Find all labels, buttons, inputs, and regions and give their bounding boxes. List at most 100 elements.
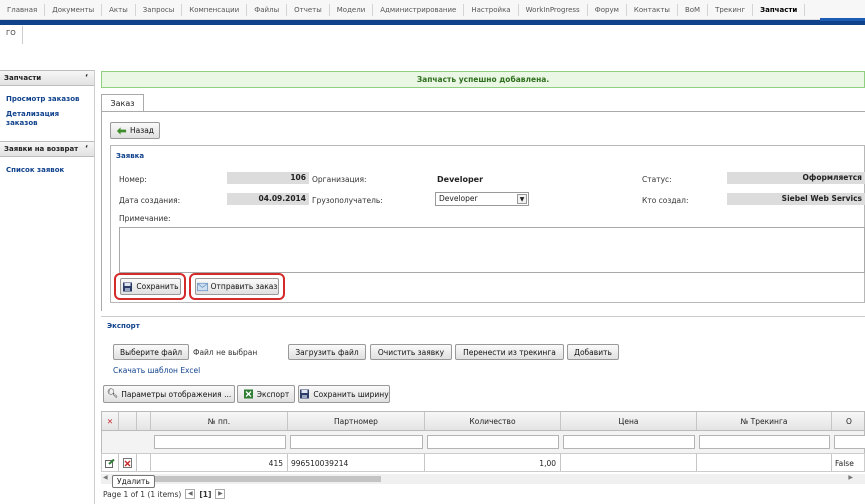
column-header-num[interactable]: № пп. [151, 412, 288, 430]
sidebar-section-parts[interactable]: Запчасти ʻ [0, 70, 94, 86]
nav-item[interactable]: Запчасти [753, 3, 806, 16]
column-header-o[interactable]: О [832, 412, 865, 430]
download-template-link[interactable]: Скачать шаблон Excel [113, 366, 200, 375]
nav-item[interactable]: WorkInProgress [519, 3, 588, 16]
filter-input-o[interactable] [834, 435, 865, 449]
upload-file-button[interactable]: Загрузить файл [288, 344, 366, 360]
floppy-disk-icon [300, 389, 310, 399]
cell-quantity: 1,00 [425, 454, 561, 471]
grid-header-spacer [137, 412, 151, 430]
pager: Page 1 of 1 (1 items) ◀ [1] ▶ [103, 489, 226, 499]
scroll-left-icon[interactable]: ◀ [103, 474, 108, 481]
export-button[interactable]: Экспорт [237, 385, 295, 403]
column-header-partnumber[interactable]: Партномер [288, 412, 425, 430]
consignee-select-value: Developer [439, 194, 478, 203]
column-header-tracking[interactable]: № Трекинга [697, 412, 832, 430]
consignee-select[interactable]: Developer ▼ [435, 192, 529, 206]
horizontal-scrollbar[interactable]: ◀ ▶ [101, 474, 865, 484]
nav-item[interactable]: Модели [330, 3, 374, 16]
send-order-label: Отправить заказ [210, 282, 278, 291]
number-value: 106 [227, 172, 309, 184]
filter-input-quantity[interactable] [427, 435, 559, 449]
collapse-icon[interactable]: ʻ [85, 144, 88, 153]
top-navigation: Главная Документы Акты Запросы Компенсации Фа… [0, 0, 865, 20]
nav-item[interactable]: Настройка [464, 3, 519, 16]
edit-icon[interactable] [102, 454, 119, 471]
active-tab-indicator [820, 18, 865, 21]
nav-item[interactable]: Главная [0, 3, 46, 16]
back-button[interactable]: Назад [110, 122, 160, 139]
status-value: Оформляется [727, 172, 865, 184]
sidebar-item-request-list[interactable]: Список заявок [0, 163, 94, 178]
no-file-text: Файл не выбран [193, 348, 258, 357]
move-from-tracking-button[interactable]: Перенести из трекинга [455, 344, 564, 360]
status-label: Статус: [642, 175, 672, 184]
display-settings-button[interactable]: 🔍︎ Параметры отображения ... [103, 385, 235, 403]
back-arrow-icon [116, 126, 127, 135]
grid-filter-row [101, 431, 865, 453]
current-page[interactable]: [1] [199, 490, 211, 499]
send-order-button[interactable]: Отправить заказ [195, 278, 279, 295]
consignee-label: Грузополучатель: [312, 196, 383, 205]
nav-item[interactable]: Акты [102, 3, 136, 16]
save-button-label: Сохранить [136, 282, 179, 291]
breadcrumb-divider [22, 26, 23, 44]
nav-item[interactable]: Трекинг [708, 3, 754, 16]
filter-input-tracking[interactable] [699, 435, 830, 449]
note-textarea[interactable] [119, 227, 865, 273]
nav-item[interactable]: Администрирование [373, 3, 465, 16]
sidebar-item-view-orders[interactable]: Просмотр заказов [0, 92, 94, 107]
nav-item[interactable]: Контакты [627, 3, 678, 16]
save-button[interactable]: Сохранить [120, 278, 181, 295]
order-legend: Заявка [116, 152, 145, 160]
cell-o: False [835, 459, 854, 468]
nav-item[interactable]: Отчеты [287, 3, 330, 16]
filter-input-price[interactable] [563, 435, 695, 449]
delete-tooltip: Удалить [112, 475, 155, 488]
nav-item[interactable]: Запросы [136, 3, 183, 16]
envelope-icon [196, 282, 208, 291]
collapse-icon[interactable]: ʻ [85, 73, 88, 82]
nav-item[interactable]: BoM [678, 3, 709, 16]
cell-tracking [697, 454, 832, 471]
clear-filter-icon[interactable]: ✕ [102, 412, 119, 430]
note-label: Примечание: [119, 214, 171, 223]
add-button[interactable]: Добавить [567, 344, 619, 360]
export-title: Экспорт [107, 322, 140, 330]
column-header-price[interactable]: Цена [561, 412, 697, 430]
prev-page-icon[interactable]: ◀ [185, 489, 196, 499]
sidebar-section-returns[interactable]: Заявки на возврат ʻ [0, 141, 94, 157]
display-settings-label: Параметры отображения ... [121, 389, 232, 399]
tab-order[interactable]: Заказ [101, 94, 144, 111]
back-button-label: Назад [129, 126, 154, 135]
sidebar-section-title: Заявки на возврат [4, 145, 79, 153]
save-width-button[interactable]: Сохранить ширину [298, 385, 390, 403]
nav-item[interactable]: Документы [45, 3, 103, 16]
cell-num: 415 [151, 454, 288, 471]
organization-value: Developer [437, 175, 484, 184]
chevron-down-icon[interactable]: ▼ [517, 194, 527, 204]
cell-price [561, 454, 697, 471]
nav-item[interactable]: Форум [588, 3, 627, 16]
cell-partnumber: 996510039214 [288, 454, 425, 471]
row-spacer [137, 454, 151, 471]
creator-value: Siebel Web Servics [727, 193, 865, 205]
success-banner: Запчасть успешно добавлена. [101, 71, 865, 88]
created-label: Дата создания: [119, 196, 181, 205]
next-page-icon[interactable]: ▶ [215, 489, 226, 499]
clear-request-button[interactable]: Очистить заявку [370, 344, 452, 360]
sidebar-item-order-details[interactable]: Детализация заказов [0, 107, 70, 131]
creator-label: Кто создал: [642, 196, 689, 205]
choose-file-button[interactable]: Выберите файл [113, 344, 189, 360]
nav-item[interactable]: Файлы [247, 3, 288, 16]
excel-icon [243, 389, 253, 399]
filter-input-num[interactable] [154, 435, 286, 449]
delete-icon[interactable] [119, 454, 137, 471]
nav-item[interactable]: Компенсации [182, 3, 248, 16]
scroll-right-icon[interactable]: ▶ [848, 474, 853, 481]
breadcrumb[interactable]: ГО [6, 29, 16, 37]
filter-input-partnumber[interactable] [290, 435, 423, 449]
save-width-label: Сохранить ширину [313, 389, 389, 399]
sidebar-section-title: Запчасти [4, 74, 42, 82]
column-header-quantity[interactable]: Количество [425, 412, 561, 430]
